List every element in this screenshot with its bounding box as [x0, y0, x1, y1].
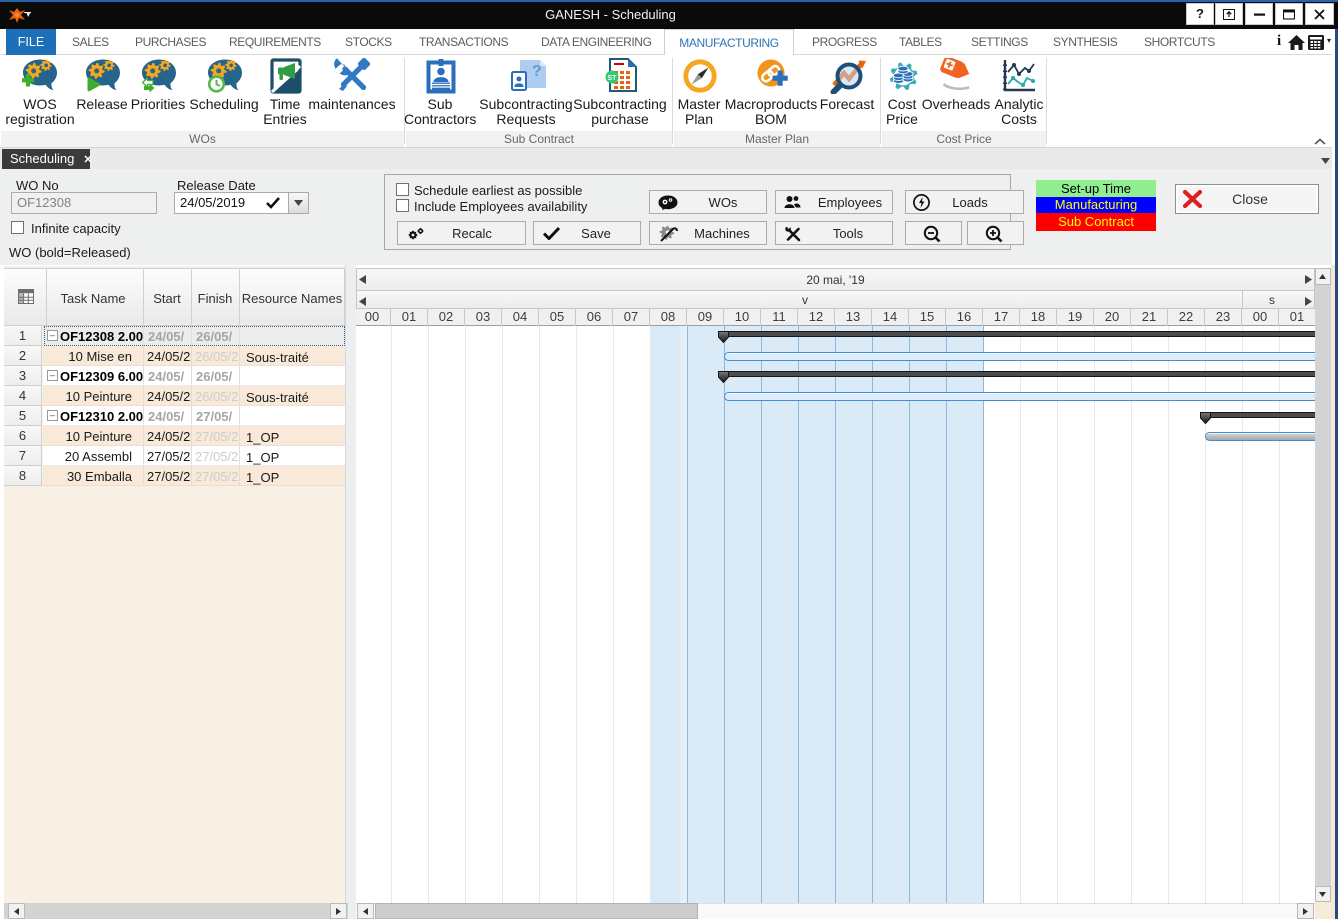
svg-text:?: ?: [532, 63, 542, 80]
svg-text:ST: ST: [608, 75, 618, 82]
